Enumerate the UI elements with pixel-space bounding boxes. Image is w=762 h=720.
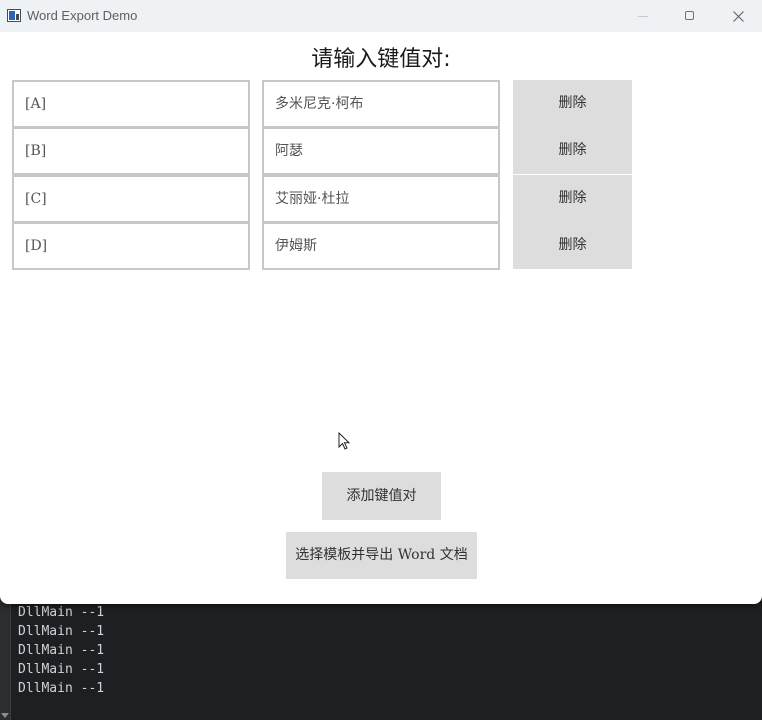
console-line: DllMain --1 [18,643,105,658]
console-lines: DllMain --1 DllMain --1 DllMain --1 DllM… [18,603,104,698]
key-input[interactable]: [B] [12,127,250,175]
close-button[interactable] [716,0,762,32]
maximize-button[interactable] [667,0,713,32]
scroll-down-arrow-icon[interactable] [1,713,9,718]
close-icon [733,11,744,22]
value-input[interactable]: 艾丽娅·杜拉 [262,175,500,223]
key-input[interactable]: [A] [12,80,250,128]
value-input[interactable]: 阿瑟 [262,127,500,175]
key-input[interactable]: [D] [12,222,250,270]
minimize-button[interactable] [620,0,666,32]
maximize-icon [685,11,694,20]
console-line: DllMain --1 [18,624,105,639]
console-output-panel: DllMain --1 DllMain --1 DllMain --1 DllM… [0,596,762,720]
delete-row-button[interactable]: 删除 [513,222,632,269]
console-gutter [0,596,11,720]
add-pair-button[interactable]: 添加键值对 [322,472,441,520]
value-input[interactable]: 多米尼克·柯布 [262,80,500,128]
key-input[interactable]: [C] [12,175,250,223]
app-window: Word Export Demo 请输入键值对: [A] 多米尼克·柯布 删除 … [0,0,762,604]
delete-row-button[interactable]: 删除 [513,175,632,222]
console-line: DllMain --1 [18,605,105,620]
console-line: DllMain --1 [18,681,105,696]
delete-row-button[interactable]: 删除 [513,80,632,127]
minimize-icon [638,16,648,17]
export-word-button[interactable]: 选择模板并导出 Word 文档 [286,532,477,579]
window-title: Word Export Demo [27,8,138,23]
console-line: DllMain --1 [18,662,105,677]
app-icon [7,9,21,22]
value-input[interactable]: 伊姆斯 [262,222,500,270]
title-bar[interactable]: Word Export Demo [0,0,762,32]
mouse-pointer-icon [338,432,351,450]
page-heading: 请输入键值对: [311,47,451,72]
delete-row-button[interactable]: 删除 [513,127,632,174]
